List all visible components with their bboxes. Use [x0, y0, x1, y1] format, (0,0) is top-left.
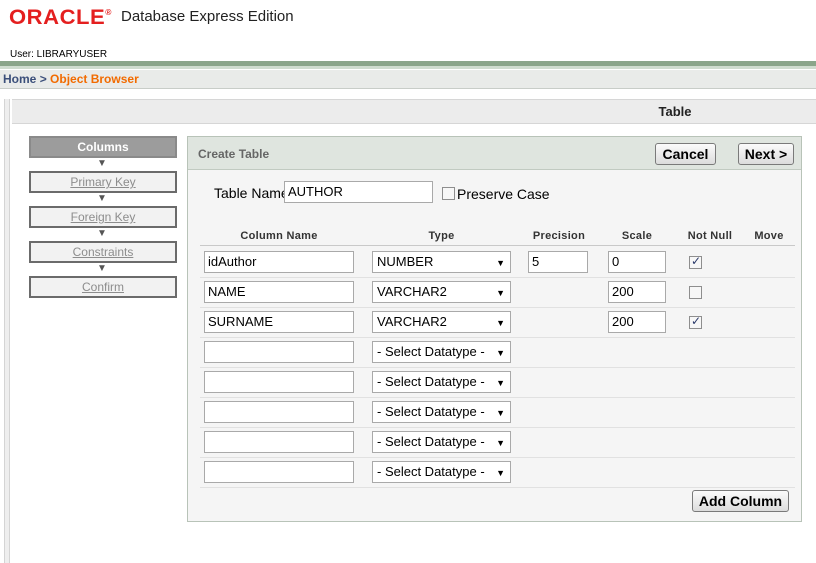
section-title: Table — [658, 104, 692, 119]
precision-input[interactable]: 5 — [528, 251, 588, 273]
breadcrumb-home-link[interactable]: Home — [3, 72, 36, 86]
wizard-step-primary-key[interactable]: Primary Key — [29, 171, 177, 193]
row-divider — [200, 487, 795, 488]
scale-input[interactable]: 0 — [608, 251, 666, 273]
left-frame-border — [4, 99, 10, 563]
column-type-select[interactable]: - Select Datatype - ▼ — [372, 371, 511, 393]
column-name-input[interactable] — [204, 431, 354, 453]
cancel-button[interactable]: Cancel — [655, 143, 716, 165]
row-divider — [200, 397, 795, 398]
dropdown-arrow-icon: ▼ — [496, 318, 505, 328]
column-type-select[interactable]: VARCHAR2 ▼ — [372, 311, 511, 333]
column-name-input[interactable]: idAuthor — [204, 251, 354, 273]
header-move: Move — [754, 230, 784, 242]
chevron-down-icon: ▼ — [97, 228, 107, 239]
chevron-down-icon: ▼ — [97, 193, 107, 204]
column-name-input[interactable]: NAME — [204, 281, 354, 303]
wizard-step-confirm[interactable]: Confirm — [29, 276, 177, 298]
row-divider — [200, 457, 795, 458]
column-type-select[interactable]: VARCHAR2 ▼ — [372, 281, 511, 303]
column-type-select[interactable]: - Select Datatype - ▼ — [372, 461, 511, 483]
add-column-button[interactable]: Add Column — [692, 490, 789, 512]
wizard-step-constraints[interactable]: Constraints — [29, 241, 177, 263]
oracle-logo: ORACLE® — [9, 6, 112, 29]
user-label: User: LIBRARYUSER — [10, 49, 108, 60]
header-column-name: Column Name — [240, 230, 318, 242]
dropdown-arrow-icon: ▼ — [496, 468, 505, 478]
row-divider — [200, 337, 795, 338]
column-name-input[interactable]: SURNAME — [204, 311, 354, 333]
header-scale: Scale — [621, 230, 653, 242]
column-type-value: - Select Datatype - — [377, 344, 485, 359]
column-type-select[interactable]: - Select Datatype - ▼ — [372, 431, 511, 453]
column-type-select[interactable]: - Select Datatype - ▼ — [372, 341, 511, 363]
column-name-input[interactable] — [204, 401, 354, 423]
dropdown-arrow-icon: ▼ — [496, 408, 505, 418]
header-divider — [200, 245, 795, 246]
table-name-input[interactable]: AUTHOR — [284, 181, 433, 203]
row-divider — [200, 367, 795, 368]
app-name: Database Express Edition — [121, 8, 294, 25]
panel-title: Create Table — [198, 147, 270, 161]
header-type: Type — [428, 230, 455, 242]
dropdown-arrow-icon: ▼ — [496, 348, 505, 358]
column-type-value: - Select Datatype - — [377, 404, 485, 419]
header-precision: Precision — [532, 230, 586, 242]
breadcrumb: Home > Object Browser — [0, 70, 816, 89]
header-not-null: Not Null — [687, 230, 733, 242]
column-type-value: - Select Datatype - — [377, 434, 485, 449]
column-type-value: NUMBER — [377, 254, 434, 269]
table-name-label: Table Name — [214, 185, 289, 201]
dropdown-arrow-icon: ▼ — [496, 258, 505, 268]
column-name-input[interactable] — [204, 371, 354, 393]
dropdown-arrow-icon: ▼ — [496, 288, 505, 298]
row-divider — [200, 427, 795, 428]
dropdown-arrow-icon: ▼ — [496, 378, 505, 388]
column-type-value: - Select Datatype - — [377, 374, 485, 389]
column-type-value: VARCHAR2 — [377, 284, 447, 299]
wizard-step-foreign-key[interactable]: Foreign Key — [29, 206, 177, 228]
header-band-light — [0, 66, 816, 69]
row-divider — [200, 307, 795, 308]
column-type-select[interactable]: NUMBER ▼ — [372, 251, 511, 273]
wizard-step-columns[interactable]: Columns — [29, 136, 177, 158]
preserve-case-label: Preserve Case — [457, 186, 550, 202]
column-type-value: - Select Datatype - — [377, 464, 485, 479]
column-name-input[interactable] — [204, 461, 354, 483]
scale-input[interactable]: 200 — [608, 281, 666, 303]
column-type-value: VARCHAR2 — [377, 314, 447, 329]
breadcrumb-current[interactable]: Object Browser — [50, 72, 139, 86]
column-type-select[interactable]: - Select Datatype - ▼ — [372, 401, 511, 423]
breadcrumb-separator: > — [39, 72, 47, 86]
chevron-down-icon: ▼ — [97, 263, 107, 274]
row-divider — [200, 277, 795, 278]
not-null-checkbox[interactable] — [689, 254, 702, 269]
not-null-checkbox[interactable] — [689, 314, 702, 329]
chevron-down-icon: ▼ — [97, 158, 107, 169]
preserve-case-checkbox[interactable] — [442, 187, 455, 200]
column-name-input[interactable] — [204, 341, 354, 363]
scale-input[interactable]: 200 — [608, 311, 666, 333]
next-button[interactable]: Next > — [738, 143, 794, 165]
not-null-checkbox[interactable] — [689, 286, 702, 299]
dropdown-arrow-icon: ▼ — [496, 438, 505, 448]
